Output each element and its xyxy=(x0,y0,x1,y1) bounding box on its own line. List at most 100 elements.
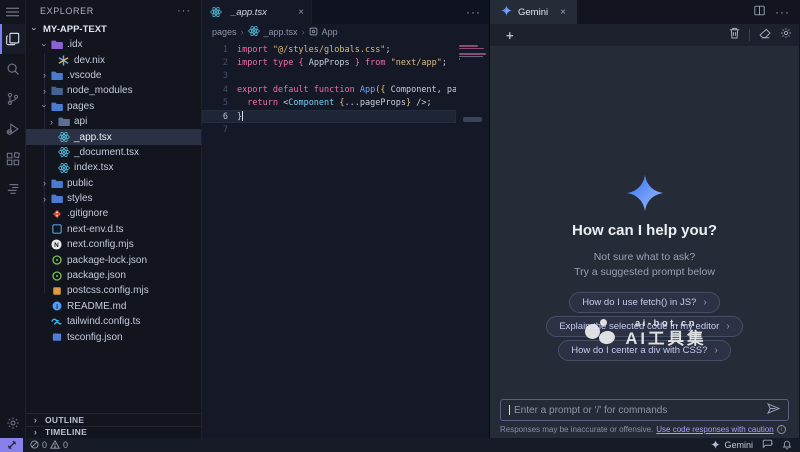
chevron-right-icon: › xyxy=(39,178,50,188)
code-text: import "@/styles/globals.css"; xyxy=(228,45,391,55)
activity-menu-menu-icon[interactable] xyxy=(0,0,25,24)
react-icon xyxy=(57,146,70,159)
info-icon: i xyxy=(50,300,63,313)
tree-item-tsconfig-json[interactable]: tsconfig.json xyxy=(26,329,201,344)
trash-icon[interactable] xyxy=(729,26,740,44)
tab-label: _app.tsx xyxy=(231,7,267,18)
remote-indicator[interactable] xyxy=(0,438,23,452)
activity-extensions-extensions-icon[interactable] xyxy=(0,144,25,174)
activity-ports-ports-icon[interactable] xyxy=(0,174,25,204)
split-editor-icon[interactable] xyxy=(754,3,765,21)
file-tree: ›.idxdev.nix›.vscode›node_modules›pages›… xyxy=(26,37,201,413)
close-icon[interactable]: × xyxy=(298,7,304,18)
explorer-more-icon[interactable]: ··· xyxy=(177,5,191,17)
code-line-7[interactable]: 7 xyxy=(202,123,456,136)
tree-item-dev-nix[interactable]: dev.nix xyxy=(26,52,201,67)
tree-item-node-modules[interactable]: ›node_modules xyxy=(26,83,201,98)
tree-item-label: .gitignore xyxy=(67,208,108,219)
minimap-line xyxy=(459,53,486,55)
tree-item-label: README.md xyxy=(67,301,126,312)
code-text: } xyxy=(228,111,243,122)
code-line-4[interactable]: 4export default function App({ Component… xyxy=(202,83,456,96)
activity-settings-gear-icon[interactable] xyxy=(0,408,25,438)
tree-item--gitignore[interactable]: .gitignore xyxy=(26,206,201,221)
scrollbar-thumb[interactable] xyxy=(463,117,482,122)
tree-item-api[interactable]: ›api xyxy=(26,114,201,129)
tree-item-next-config-mjs[interactable]: Nnext.config.mjs xyxy=(26,237,201,252)
tree-item-pages[interactable]: ›pages xyxy=(26,99,201,114)
tree-item--vscode[interactable]: ›.vscode xyxy=(26,68,201,83)
activity-search-search-icon[interactable] xyxy=(0,54,25,84)
breadcrumb-item[interactable]: _app.tsx xyxy=(264,27,298,37)
outline-section[interactable]: › OUTLINE xyxy=(26,413,201,426)
breadcrumb[interactable]: pages›_app.tsx›App xyxy=(202,24,489,40)
git-icon xyxy=(50,207,63,220)
npm-icon xyxy=(50,254,63,267)
tab-gemini[interactable]: Gemini × xyxy=(490,0,577,24)
tree-item--app-tsx[interactable]: _app.tsx xyxy=(26,129,201,144)
tree-item-next-env-d-ts[interactable]: next-env.d.ts xyxy=(26,222,201,237)
info-icon[interactable]: i xyxy=(777,425,786,434)
tree-item-tailwind-config-ts[interactable]: tailwind.config.ts xyxy=(26,314,201,329)
tree-item-package-json[interactable]: package.json xyxy=(26,268,201,283)
tree-item--document-tsx[interactable]: _document.tsx xyxy=(26,145,201,160)
root-folder-label: MY-APP-TEXT xyxy=(43,24,107,35)
code-line-6[interactable]: 6} xyxy=(202,110,456,123)
minimap-line xyxy=(459,45,478,47)
send-icon[interactable] xyxy=(767,401,780,419)
gemini-more-icon[interactable]: ··· xyxy=(775,5,790,19)
tree-item-label: node_modules xyxy=(67,85,133,96)
tree-item-postcss-config-mjs[interactable]: postcss.config.mjs xyxy=(26,283,201,298)
tree-item--idx[interactable]: ›.idx xyxy=(26,37,201,52)
tree-item-label: package-lock.json xyxy=(67,255,147,266)
eraser-icon[interactable] xyxy=(759,26,771,44)
suggested-prompt-3[interactable]: How do I center a div with CSS?› xyxy=(558,340,731,361)
minimap[interactable] xyxy=(456,40,489,438)
gear-icon[interactable] xyxy=(780,26,792,44)
tree-item-readme-md[interactable]: i README.md xyxy=(26,299,201,314)
breadcrumb-item[interactable]: App xyxy=(322,27,338,37)
timeline-section[interactable]: › TIMELINE xyxy=(26,426,201,439)
new-chat-button[interactable]: + xyxy=(506,28,514,43)
activity-bar xyxy=(0,0,26,438)
breadcrumb-item[interactable]: pages xyxy=(212,27,237,37)
chevron-right-icon: › xyxy=(726,321,729,332)
caution-link[interactable]: Use code responses with caution xyxy=(656,425,773,434)
editor-group: _app.tsx × ··· pages›_app.tsx›App 1impor… xyxy=(202,0,489,438)
code-line-5[interactable]: 5 return <Component {...pageProps} />; xyxy=(202,97,456,110)
code-line-3[interactable]: 3 xyxy=(202,70,456,83)
activity-explorer-files-icon[interactable] xyxy=(0,24,25,54)
close-icon[interactable]: × xyxy=(560,7,566,18)
tree-item-package-lock-json[interactable]: package-lock.json xyxy=(26,252,201,267)
folder-blue-icon xyxy=(50,100,63,113)
suggested-prompt-2[interactable]: Explain the selected code in my editor› xyxy=(546,316,742,337)
bell-icon[interactable] xyxy=(782,439,792,452)
editor-more-icon[interactable]: ··· xyxy=(466,5,489,19)
warning-count: 0 xyxy=(63,440,68,450)
npm-icon xyxy=(50,269,63,282)
suggested-prompt-1[interactable]: How do I use fetch() in JS?› xyxy=(569,292,719,313)
tree-item-public[interactable]: ›public xyxy=(26,176,201,191)
code-area[interactable]: 1import "@/styles/globals.css";2import t… xyxy=(202,40,489,438)
activity-source-control-source-control-icon[interactable] xyxy=(0,84,25,114)
tree-item-index-tsx[interactable]: index.tsx xyxy=(26,160,201,175)
gemini-status-item[interactable]: Gemini xyxy=(711,440,753,451)
tree-item-styles[interactable]: ›styles xyxy=(26,191,201,206)
prompt-input[interactable]: Enter a prompt or '/' for commands xyxy=(500,399,789,421)
activity-run-debug-run-debug-icon[interactable] xyxy=(0,114,25,144)
problems-status[interactable]: 0 0 xyxy=(23,440,68,451)
line-number: 7 xyxy=(202,125,228,135)
gemini-tab-label: Gemini xyxy=(518,7,548,18)
code-line-2[interactable]: 2import type { AppProps } from "next/app… xyxy=(202,56,456,69)
code-line-1[interactable]: 1import "@/styles/globals.css"; xyxy=(202,43,456,56)
svg-text:i: i xyxy=(56,304,58,311)
feedback-icon[interactable] xyxy=(762,439,773,451)
code-text: export default function App({ Component,… xyxy=(228,85,489,95)
gemini-spark-icon xyxy=(501,5,512,19)
symbol-icon xyxy=(309,27,318,38)
timeline-label: TIMELINE xyxy=(45,427,87,437)
tree-root-my-app-text[interactable]: › MY-APP-TEXT xyxy=(26,21,201,37)
gemini-disclaimer: Responses may be inaccurate or offensive… xyxy=(500,425,789,434)
breadcrumb-separator: › xyxy=(302,27,305,37)
tab-app-tsx[interactable]: _app.tsx × xyxy=(202,0,312,24)
